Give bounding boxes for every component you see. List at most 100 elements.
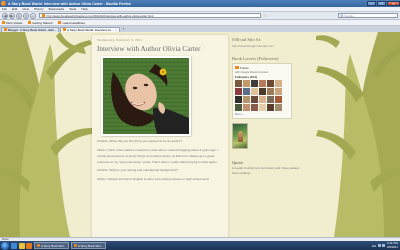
menu-edit[interactable]: Edit <box>12 7 17 11</box>
menu-help[interactable]: Help <box>81 7 87 11</box>
start-button[interactable] <box>1 241 9 250</box>
forward-icon[interactable]: ▶ <box>9 12 15 19</box>
bookmark-latest-headlines[interactable]: Latest Headlines <box>58 20 85 25</box>
menu-bookmarks[interactable]: Bookmarks <box>49 7 64 11</box>
book-cover-image[interactable] <box>232 122 248 149</box>
search-placeholder: Google <box>344 13 354 18</box>
follower-avatar[interactable] <box>243 88 250 95</box>
page-viewport[interactable]: Wednesday, February 9, 2011 Interview wi… <box>0 32 400 237</box>
post-body: Christie: When did you first know you wa… <box>97 139 223 183</box>
maximize-button[interactable]: □ <box>377 0 386 6</box>
menu-history[interactable]: History <box>34 7 44 11</box>
search-input[interactable]: G Google <box>338 12 398 19</box>
follower-avatar[interactable] <box>259 80 266 87</box>
follower-avatar[interactable] <box>275 88 282 95</box>
followers-widget: Follow with Google Friend Connect Follow… <box>232 62 292 119</box>
post-title[interactable]: Interview with Author Olivia Carter <box>97 45 223 53</box>
rss-icon <box>58 21 62 24</box>
bookmark-icon <box>2 21 5 24</box>
reload-icon[interactable]: ↻ <box>16 12 22 19</box>
firefox-icon <box>73 243 78 248</box>
follow-label: Follow <box>240 65 249 70</box>
taskbar-window-1[interactable]: A Story Book Wor... <box>33 242 70 249</box>
bookmark-most-visited[interactable]: Most Visited <box>2 21 22 25</box>
window-title-bar: A Story Book World: Interview with Autho… <box>0 0 400 7</box>
bookmark-label: Getting Started <box>32 20 53 25</box>
taskbar: A Story Book Wor... A Story Book Wor... … <box>0 241 400 250</box>
blogger-favicon-icon <box>4 28 7 32</box>
bookmark-icon <box>28 21 32 24</box>
system-tray: EN 6:11 PM 2/9/2011 <box>372 242 400 249</box>
network-icon[interactable] <box>377 244 381 247</box>
home-icon[interactable]: ⌂ <box>30 12 36 19</box>
post-paragraph: Olivia: I think I first realized I wante… <box>97 148 219 164</box>
follower-avatar[interactable] <box>251 104 258 111</box>
follower-avatar[interactable] <box>259 104 266 111</box>
post-paragraph: Christie: When did you first know you wa… <box>97 139 183 144</box>
stop-icon[interactable]: ✕ <box>23 12 29 19</box>
menu-tools[interactable]: Tools <box>69 7 76 11</box>
bookmark-label: Most Visited <box>6 20 23 25</box>
followers-count: Followers (154) <box>235 75 257 79</box>
author-photo[interactable] <box>101 56 191 137</box>
follower-avatar[interactable] <box>275 104 282 111</box>
language-indicator[interactable]: EN <box>372 244 376 248</box>
volume-icon[interactable] <box>381 244 385 247</box>
see-all-followers-link[interactable]: More » <box>235 113 289 116</box>
follower-avatar[interactable] <box>243 80 250 87</box>
ie-icon[interactable] <box>11 242 17 249</box>
address-bar[interactable]: http://astorybookworld.blogspot.com/2011… <box>39 12 261 19</box>
follower-avatar[interactable] <box>251 80 258 87</box>
menu-file[interactable]: File <box>2 7 7 11</box>
follower-avatar[interactable] <box>251 96 258 103</box>
follower-avatar[interactable] <box>259 88 266 95</box>
menu-view[interactable]: View <box>22 7 29 11</box>
follower-avatar[interactable] <box>267 80 274 87</box>
clock[interactable]: 6:11 PM 2/9/2011 <box>387 242 398 249</box>
window-controls: – □ ✕ <box>366 0 400 7</box>
post-date: Wednesday, February 9, 2011 <box>97 38 143 42</box>
follow-button[interactable]: Follow <box>235 66 289 70</box>
post-paragraph: Christie: What is your writing and educa… <box>97 168 178 173</box>
bookmark-star-icon[interactable]: ☆ <box>263 13 267 18</box>
follower-avatar[interactable] <box>243 104 250 111</box>
back-icon[interactable]: ◀ <box>2 12 8 19</box>
follower-avatar[interactable] <box>267 88 274 95</box>
blog-post: Wednesday, February 9, 2011 Interview wi… <box>92 35 228 237</box>
follower-avatar[interactable] <box>235 104 242 111</box>
firefox-icon <box>1 1 6 6</box>
quote-heading: Quote <box>232 159 243 165</box>
follower-avatars <box>235 80 289 111</box>
site-favicon-icon <box>42 13 45 17</box>
firefox-icon <box>36 243 40 248</box>
followers-heading: Book Lovers (Followers) <box>232 55 279 61</box>
follower-avatar[interactable] <box>275 96 282 103</box>
taskbar-window-label: A Story Book Wor... <box>41 243 67 248</box>
quote-text: A reader is what he's not known and I ha… <box>232 166 300 175</box>
follower-avatar[interactable] <box>243 96 250 103</box>
bookmark-getting-started[interactable]: Getting Started <box>28 21 52 25</box>
follower-avatar[interactable] <box>275 80 282 87</box>
author-photo-image <box>103 58 189 135</box>
folder-icon[interactable] <box>18 242 25 249</box>
follower-avatar[interactable] <box>267 104 274 111</box>
google-icon: G <box>340 13 343 18</box>
official-site-heading: Official Site At: <box>232 37 262 42</box>
taskbar-window-2[interactable]: A Story Book Wor... <box>70 242 107 249</box>
blogger-favicon-icon <box>63 28 67 32</box>
follow-icon <box>235 66 239 69</box>
address-text: http://astorybookworld.blogspot.com/2011… <box>46 13 154 18</box>
follower-avatar[interactable] <box>235 80 242 87</box>
official-site-link[interactable]: http://www.livingfrombooks.com <box>232 44 304 48</box>
follower-avatar[interactable] <box>259 96 266 103</box>
follower-avatar[interactable] <box>267 96 274 103</box>
navigation-toolbar: ◀ ▶ ↻ ✕ ⌂ http://astorybookworld.blogspo… <box>0 12 400 20</box>
follower-avatar[interactable] <box>251 88 258 95</box>
minimize-button[interactable]: – <box>367 0 376 6</box>
follower-avatar[interactable] <box>235 88 242 95</box>
bookmark-label: Latest Headlines <box>62 20 85 25</box>
follow-subtext: with Google Friend Connect <box>235 70 269 74</box>
firefox-taskbar-icon[interactable] <box>26 242 32 249</box>
close-button[interactable]: ✕ <box>387 0 400 6</box>
follower-avatar[interactable] <box>235 96 242 103</box>
